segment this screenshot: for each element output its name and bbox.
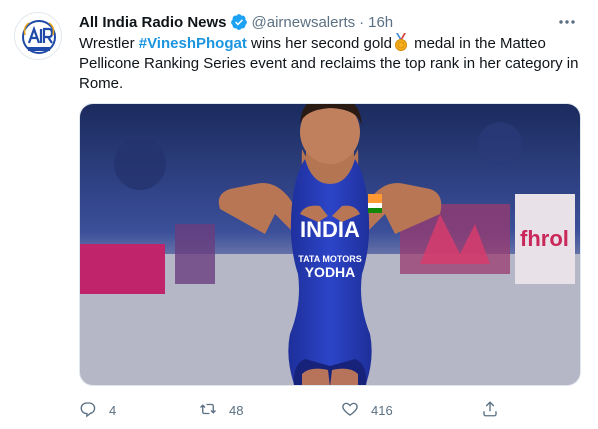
author-handle[interactable]: @airnewsalerts <box>252 14 356 31</box>
gold-medal-icon <box>393 33 409 51</box>
hashtag-link[interactable]: #VineshPhogat <box>139 35 247 52</box>
reply-count: 4 <box>109 402 117 418</box>
retweet-count: 48 <box>229 402 244 418</box>
heart-icon <box>341 400 359 421</box>
singlet-country-text: INDIA <box>300 217 360 242</box>
timestamp[interactable]: 16h <box>368 14 393 31</box>
tweet-header: All India Radio News @airnewsalerts · 16… <box>79 11 578 33</box>
tweet-actions: 4 48 416 <box>79 398 509 422</box>
avatar[interactable] <box>14 12 62 60</box>
tweet-photo[interactable]: fhrol INDIA TATA MOTORS YODHA <box>79 103 581 386</box>
author-name[interactable]: All India Radio News <box>79 14 227 31</box>
tweet[interactable]: All India Radio News @airnewsalerts · 16… <box>0 0 598 429</box>
share-button[interactable] <box>481 398 499 422</box>
tweet-text: Wrestler #VineshPhogat wins her second g… <box>79 33 584 94</box>
tweet-text-middle: wins her second gold <box>246 35 392 52</box>
like-button[interactable]: 416 <box>341 398 393 422</box>
singlet-team-text: YODHA <box>305 264 356 280</box>
reply-icon <box>79 400 97 421</box>
background-banner-text: fhrol <box>520 226 569 251</box>
air-logo-icon <box>22 20 56 54</box>
separator-dot: · <box>359 13 365 31</box>
tweet-text-start: Wrestler <box>79 35 139 52</box>
reply-button[interactable]: 4 <box>79 398 116 422</box>
retweet-icon <box>199 400 217 421</box>
verified-badge-icon <box>230 13 248 31</box>
like-count: 416 <box>371 402 393 418</box>
more-options-icon[interactable] <box>556 13 578 31</box>
singlet-sponsor-text: TATA MOTORS <box>298 254 362 264</box>
share-icon <box>481 400 499 421</box>
retweet-button[interactable]: 48 <box>199 398 243 422</box>
